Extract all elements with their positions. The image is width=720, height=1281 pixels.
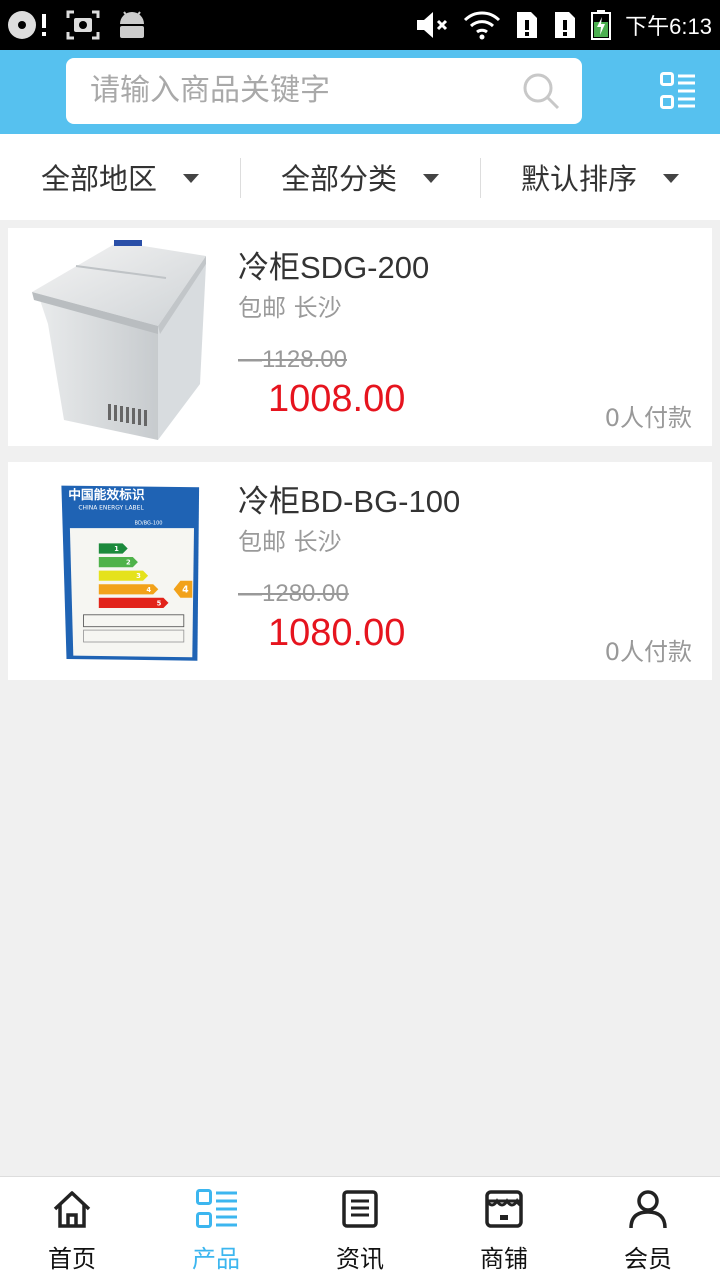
label-model: BD/BG-100 [135,521,163,527]
store-icon [485,1190,523,1228]
filter-bar: 全部地区 全部分类 默认排序 [0,134,720,220]
mute-icon [417,12,448,38]
nav-label: 产品 [192,1245,240,1273]
caret-down-icon [183,173,199,183]
disc-alert-icon [8,11,46,39]
member-icon [629,1190,667,1229]
nav-label: 首页 [48,1245,96,1273]
header-bar: 请输入商品关键字 [0,50,720,134]
nav-label: 资讯 [336,1245,384,1273]
bottom-nav: 首页 产品 资讯 商铺 会员 [0,1176,720,1281]
product-card[interactable]: 冷柜SDG-200 包邮 长沙 —1128.00 1008.00 0人付款 [8,228,712,446]
nav-products[interactable]: 产品 [144,1177,288,1281]
product-price: 1080.00 [268,612,406,654]
caret-down-icon [423,173,439,183]
nav-news[interactable]: 资讯 [288,1177,432,1281]
nav-home[interactable]: 首页 [0,1177,144,1281]
product-meta: 包邮 长沙 [238,294,342,322]
label-title-en: CHINA ENERGY LABEL [78,504,144,511]
news-icon [342,1190,378,1228]
filter-region[interactable]: 全部地区 [0,134,240,220]
battery-charging-icon [591,10,612,40]
filter-label: 默认排序 [520,162,637,196]
label-title-cn: 中国能效标识 [68,487,145,503]
original-price: —1128.00 [238,346,347,373]
nav-label: 会员 [624,1245,672,1273]
screenshot-icon [66,10,100,40]
grade-2: 2 [126,559,131,567]
caret-down-icon [663,173,679,183]
search-icon[interactable] [522,72,560,110]
product-card[interactable]: 中国能效标识 CHINA ENERGY LABEL BD/BG-100 1 2 … [8,462,712,680]
filter-label: 全部地区 [40,162,157,196]
original-price: —1280.00 [238,580,349,607]
sim2-alert-icon [555,12,576,38]
energy-label-photo: 中国能效标识 CHINA ENERGY LABEL BD/BG-100 1 2 … [61,485,200,661]
paid-count: 0人付款 [604,404,692,432]
wifi-icon [464,11,501,40]
search-input[interactable]: 请输入商品关键字 [66,58,582,124]
chest-freezer-photo [32,240,206,440]
product-meta: 包邮 长沙 [238,528,342,556]
product-title[interactable]: 冷柜BD-BG-100 [238,476,460,521]
grade-1: 1 [114,545,119,553]
list-menu-icon[interactable] [660,72,696,110]
home-icon [53,1191,91,1228]
grade-4: 4 [146,586,151,594]
product-list-icon [196,1189,237,1228]
nav-label: 商铺 [480,1245,528,1273]
product-title[interactable]: 冷柜SDG-200 [238,242,429,287]
grade-rating: 4 [182,585,189,596]
nav-member[interactable]: 会员 [576,1177,720,1281]
filter-category[interactable]: 全部分类 [240,134,480,220]
status-time: 下午6:13 [625,14,712,39]
grade-5: 5 [157,599,162,607]
sim1-alert-icon [517,12,538,38]
android-icon [120,11,144,38]
status-bar: 下午6:13 [0,0,720,50]
nav-store[interactable]: 商铺 [432,1177,576,1281]
product-price: 1008.00 [268,378,406,420]
filter-sort[interactable]: 默认排序 [480,134,720,220]
search-placeholder: 请输入商品关键字 [90,73,330,108]
filter-label: 全部分类 [280,162,397,196]
grade-3: 3 [136,572,141,580]
paid-count: 0人付款 [604,638,692,666]
